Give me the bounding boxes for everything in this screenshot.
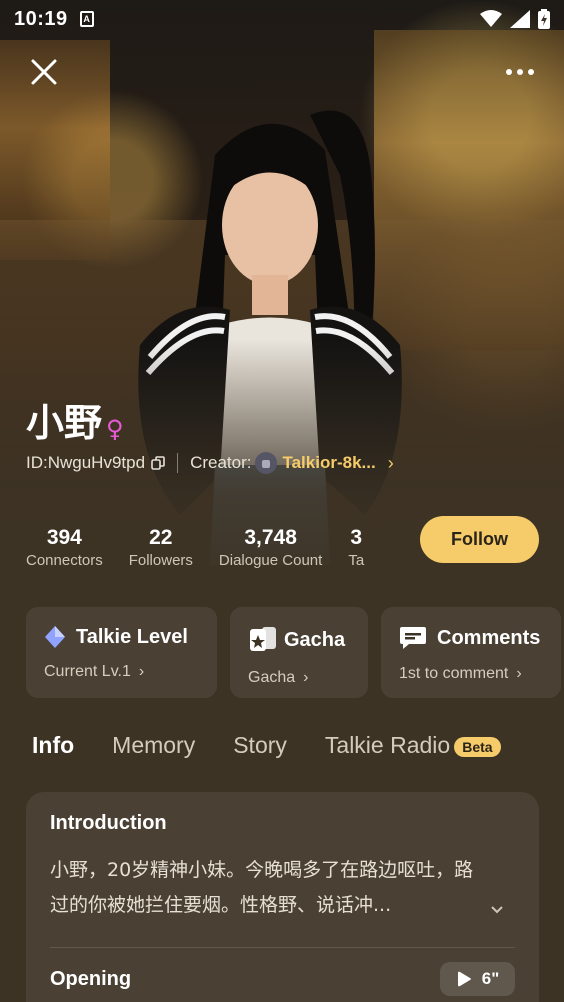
stat-dialogue-count[interactable]: 3,748 Dialogue Count [219,526,322,569]
comment-icon [400,627,426,649]
follow-button[interactable]: Follow [420,516,539,563]
stat-label: Ta [348,552,365,569]
creator-label: Creator: [190,453,252,472]
stat-label: Followers [128,552,193,569]
introduction-heading: Introduction [50,812,167,834]
card-title: Comments [437,626,541,649]
stat-value: 22 [149,526,173,549]
character-name-row: 小野 ♀ [26,392,124,447]
wifi-icon [480,10,502,27]
comments-card[interactable]: Comments 1st to comment › [381,607,561,698]
signal-icon [510,10,530,28]
chevron-down-icon[interactable] [489,904,505,916]
notification-icon: A [79,11,94,27]
tab-info[interactable]: Info [32,732,74,759]
copy-icon[interactable] [151,456,165,470]
stat-connectors[interactable]: 394 Connectors [26,526,103,569]
opening-heading: Opening [50,967,132,990]
character-id: ID:NwguHv9tpd [26,453,146,472]
female-icon: ♀ [106,415,124,443]
stat-followers[interactable]: 22 Followers [129,526,193,569]
status-time: 10:19 [14,7,68,30]
chevron-right-icon[interactable]: › [388,453,394,474]
battery-icon [538,9,550,29]
stat-value: 3 [350,526,363,549]
stat-truncated[interactable]: 3 Ta [348,526,364,569]
play-icon [457,971,471,987]
beta-badge: Beta [454,736,501,757]
card-subtitle: 1st to comment [399,665,509,682]
divider [50,947,515,948]
close-button[interactable] [28,56,60,88]
tab-memory[interactable]: Memory [112,732,195,759]
talkie-level-card[interactable]: Talkie Level Current Lv.1 › [26,607,217,698]
creator-avatar[interactable] [255,452,278,474]
card-subtitle: Gacha [248,669,296,686]
status-bar: 10:19 A [0,0,564,38]
chevron-right-icon: › [138,663,145,680]
hero-image [0,0,564,600]
tab-label: Talkie Radio [324,732,451,758]
opening-duration: 6" [481,969,500,988]
divider [177,453,179,473]
more-dot [517,69,523,75]
opening-row: Opening 6" [50,962,515,996]
gacha-cards-icon [250,627,276,651]
stat-label: Connectors [26,552,103,569]
tab-story[interactable]: Story [233,732,287,759]
stats-row: 394 Connectors 22 Followers 3,748 Dialog… [0,526,420,569]
more-dot [506,69,512,75]
tab-bar: Info Memory Story Talkie Radio Beta [32,732,501,759]
diamond-icon [45,626,65,648]
tab-talkie-radio[interactable]: Talkie Radio Beta [325,732,501,759]
gacha-card[interactable]: Gacha Gacha › [230,607,368,698]
card-title: Gacha [284,628,346,651]
more-dot [528,69,534,75]
card-title: Talkie Level [76,625,188,648]
robot-icon [262,460,271,468]
id-creator-row: ID:NwguHv9tpd Creator: Talkior-8k... › [26,452,394,474]
info-panel: Introduction 小野，20岁精神小妹。今晚喝多了在路边呕吐，路过的你被… [26,792,539,1002]
more-options-button[interactable] [500,58,540,86]
chevron-right-icon: › [303,669,309,686]
introduction-text: 小野，20岁精神小妹。今晚喝多了在路边呕吐，路过的你被她拦住要烟。性格野、说话冲… [50,859,474,916]
stat-label: Dialogue Count [218,552,323,569]
chevron-right-icon: › [516,665,522,682]
stat-value: 394 [46,526,82,549]
creator-name-link[interactable]: Talkior-8k... [282,453,375,473]
character-name: 小野 [26,401,103,445]
card-subtitle: Current Lv.1 [44,663,131,680]
feature-cards: Talkie Level Current Lv.1 › Gacha Gacha › … [26,607,564,698]
close-icon [31,59,57,85]
stat-value: 3,748 [244,526,297,549]
opening-audio-button[interactable]: 6" [440,962,515,996]
